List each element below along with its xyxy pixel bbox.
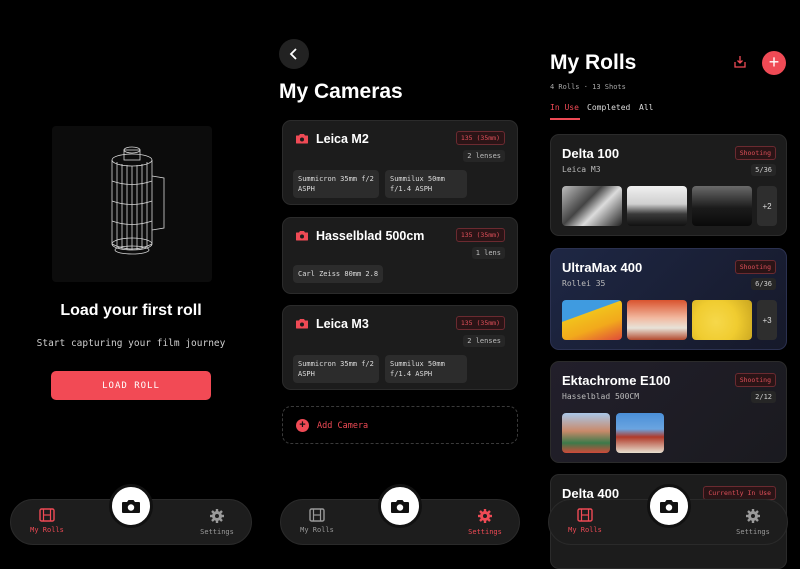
lens-chip: Summicron 35mm f/2 ASPH bbox=[293, 170, 379, 198]
camera-card[interactable]: Hasselblad 500cm 135 (35mm) 1 lens Carl … bbox=[282, 217, 518, 294]
download-icon bbox=[734, 56, 746, 68]
film-strip-icon bbox=[577, 508, 593, 522]
roll-camera: Hasselblad 500CM bbox=[562, 392, 640, 401]
camera-name: Leica M2 bbox=[316, 132, 369, 146]
photo-thumbnail[interactable] bbox=[562, 413, 610, 453]
load-roll-button[interactable]: LOAD ROLL bbox=[51, 371, 211, 400]
photo-thumbnail[interactable] bbox=[562, 186, 622, 226]
tab-label: Settings bbox=[736, 528, 770, 536]
photo-thumbnail[interactable] bbox=[627, 186, 687, 226]
format-badge: 135 (35mm) bbox=[455, 316, 505, 330]
film-strip-icon bbox=[309, 508, 325, 522]
status-badge: Shooting bbox=[734, 260, 776, 274]
photo-thumbnail[interactable] bbox=[616, 413, 664, 453]
chevron-left-icon bbox=[289, 48, 297, 60]
roll-card[interactable]: Ektachrome E100 Hasselblad 500CM Shootin… bbox=[550, 361, 787, 463]
roll-camera: Rollei 35 bbox=[562, 279, 606, 288]
film-canister-icon bbox=[52, 126, 212, 282]
empty-state-subtitle: Start capturing your film journey bbox=[36, 338, 226, 349]
plus-icon: + bbox=[768, 52, 780, 72]
tab-my-rolls[interactable]: My Rolls bbox=[555, 508, 615, 534]
shot-count: 2/12 bbox=[751, 391, 776, 403]
add-roll-button[interactable]: + bbox=[762, 51, 786, 75]
camera-icon bbox=[296, 134, 308, 144]
camera-card[interactable]: Leica M3 135 (35mm) 2 lenses Summicron 3… bbox=[282, 305, 518, 390]
tab-my-rolls[interactable]: My Rolls bbox=[287, 508, 347, 534]
tab-label: My Rolls bbox=[568, 526, 602, 534]
back-button[interactable] bbox=[279, 39, 309, 69]
gear-icon bbox=[478, 509, 492, 523]
gear-icon bbox=[210, 509, 224, 523]
tab-label: Settings bbox=[200, 528, 234, 536]
shot-count: 5/36 bbox=[751, 164, 776, 176]
format-badge: 135 (35mm) bbox=[455, 131, 505, 145]
roll-card[interactable]: Delta 100 Leica M3 Shooting 5/36 +2 bbox=[550, 134, 787, 236]
camera-card[interactable]: Leica M2 135 (35mm) 2 lenses Summicron 3… bbox=[282, 120, 518, 205]
download-button[interactable] bbox=[733, 55, 749, 71]
camera-name: Hasselblad 500cm bbox=[316, 229, 425, 243]
roll-name: Ektachrome E100 bbox=[562, 373, 671, 388]
camera-icon bbox=[122, 500, 140, 513]
status-badge: Shooting bbox=[734, 373, 776, 387]
photo-thumbnail[interactable] bbox=[692, 300, 752, 340]
tab-settings[interactable]: Settings bbox=[455, 508, 515, 536]
photo-thumbnail[interactable] bbox=[627, 300, 687, 340]
camera-shutter-button[interactable] bbox=[378, 484, 422, 528]
screen-my-cameras: My Cameras Leica M2 135 (35mm) 2 lenses … bbox=[270, 0, 532, 569]
status-badge: Shooting bbox=[734, 146, 776, 160]
add-camera-button[interactable]: + Add Camera bbox=[282, 406, 518, 444]
lens-count: 2 lenses bbox=[463, 150, 505, 162]
lens-chip: Summilux 50mm f/1.4 ASPH bbox=[385, 355, 467, 383]
empty-state-title: Load your first roll bbox=[60, 302, 202, 319]
screen-load-roll: Load your first roll Start capturing you… bbox=[0, 0, 262, 569]
film-strip-icon bbox=[39, 508, 55, 522]
tab-settings[interactable]: Settings bbox=[723, 508, 783, 536]
tab-my-rolls[interactable]: My Rolls bbox=[17, 508, 77, 534]
camera-icon bbox=[660, 500, 678, 513]
camera-icon bbox=[296, 319, 308, 329]
tab-label: Settings bbox=[468, 528, 502, 536]
page-title: My Cameras bbox=[279, 80, 403, 103]
lens-chip: Summicron 35mm f/2 ASPH bbox=[293, 355, 379, 383]
camera-icon bbox=[296, 231, 308, 241]
page-title: My Rolls bbox=[550, 51, 637, 74]
roll-name: UltraMax 400 bbox=[562, 260, 643, 275]
photo-thumbnail[interactable] bbox=[562, 300, 622, 340]
roll-card[interactable]: UltraMax 400 Rollei 35 Shooting 6/36 +3 bbox=[550, 248, 787, 350]
lens-chip: Summilux 50mm f/1.4 ASPH bbox=[385, 170, 467, 198]
gear-icon bbox=[746, 509, 760, 523]
lens-chip: Carl Zeiss 80mm 2.8 bbox=[293, 265, 384, 283]
lens-count: 1 lens bbox=[471, 247, 505, 259]
segment-all[interactable]: All bbox=[639, 103, 653, 112]
status-badge: Currently In Use bbox=[703, 486, 776, 500]
screen-my-rolls: My Rolls 4 Rolls · 13 Shots + In Use Com… bbox=[540, 0, 800, 569]
rolls-summary: 4 Rolls · 13 Shots bbox=[550, 83, 626, 91]
camera-shutter-button[interactable] bbox=[647, 484, 691, 528]
camera-name: Leica M3 bbox=[316, 317, 369, 331]
plus-icon: + bbox=[296, 419, 309, 432]
photo-thumbnail[interactable] bbox=[692, 186, 752, 226]
tab-label: My Rolls bbox=[300, 526, 334, 534]
more-photos[interactable]: +2 bbox=[757, 186, 777, 226]
add-camera-label: Add Camera bbox=[317, 421, 369, 431]
format-badge: 135 (35mm) bbox=[455, 228, 505, 242]
camera-icon bbox=[391, 500, 409, 513]
lens-count: 2 lenses bbox=[463, 335, 505, 347]
roll-name: Delta 100 bbox=[562, 146, 620, 161]
more-photos[interactable]: +3 bbox=[757, 300, 777, 340]
segment-in-use[interactable]: In Use bbox=[550, 103, 579, 112]
camera-shutter-button[interactable] bbox=[109, 484, 153, 528]
tab-label: My Rolls bbox=[30, 526, 64, 534]
shot-count: 6/36 bbox=[751, 278, 776, 290]
segment-completed[interactable]: Completed bbox=[587, 103, 630, 112]
tab-settings[interactable]: Settings bbox=[187, 508, 247, 536]
roll-camera: Leica M3 bbox=[562, 165, 601, 174]
segment-indicator bbox=[550, 118, 580, 120]
